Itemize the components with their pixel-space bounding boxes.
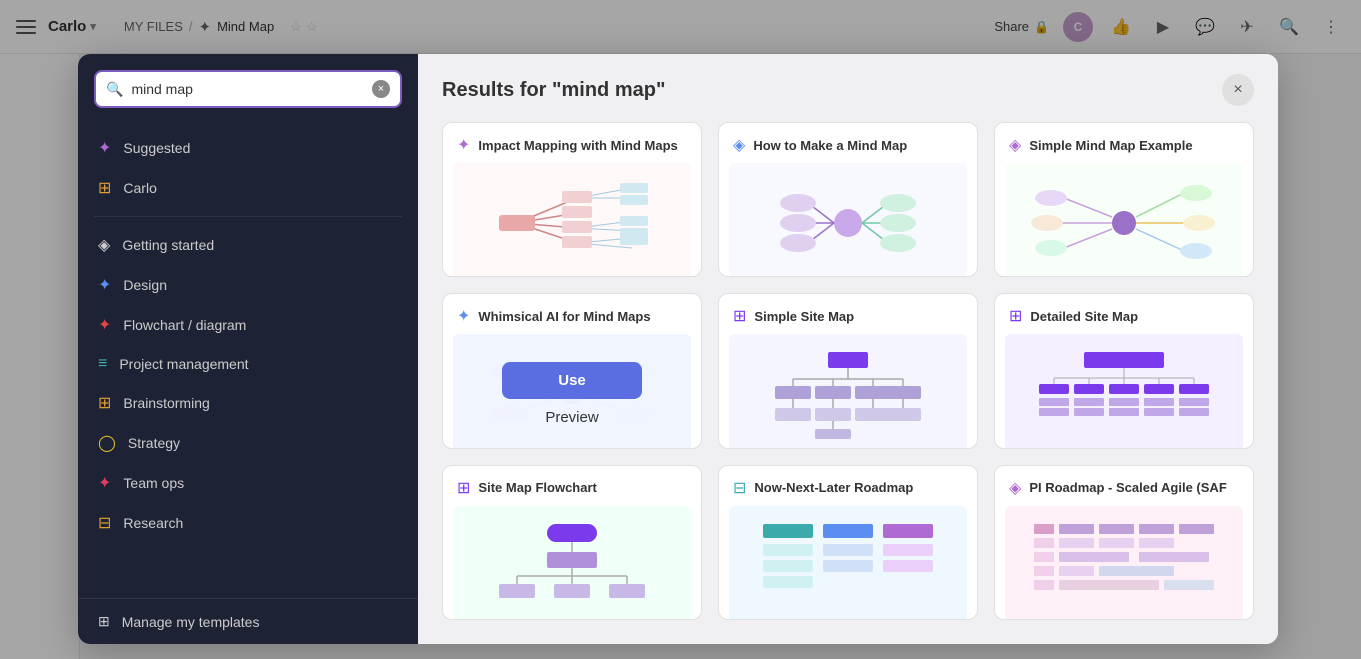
impact-mapping-icon: ✦ [457,135,470,155]
clear-search-button[interactable]: × [372,80,390,98]
category-strategy[interactable]: ◯ Strategy [78,423,418,463]
detailed-site-map-title: Detailed Site Map [1030,309,1138,324]
category-research[interactable]: ⊟ Research [78,503,418,543]
category-design[interactable]: ✦ Design [78,265,418,305]
card-now-next-later[interactable]: ⊟ Now-Next-Later Roadmap [718,465,978,620]
team-ops-icon: ✦ [98,473,111,493]
template-search-modal: 🔍 × ✦ Suggested ⊞ Carlo ◈ Getting starte… [78,54,1278,644]
how-to-icon: ◈ [733,135,745,155]
roadmap-preview [729,506,967,620]
card-simple-mind-map[interactable]: ◈ Simple Mind Map Example [994,122,1254,277]
category-team-ops[interactable]: ✦ Team ops [78,463,418,503]
whimsical-ai-icon: ✦ [457,306,470,326]
card-whimsical-ai[interactable]: ✦ Whimsical AI for Mind Maps [442,293,702,448]
search-results-panel: Results for "mind map" × ✦ Impact Mappin… [418,54,1278,644]
how-to-title: How to Make a Mind Map [753,138,907,153]
simple-site-map-title: Simple Site Map [754,309,854,324]
close-button[interactable]: × [1222,74,1254,106]
search-bar: 🔍 × [94,70,402,108]
results-header: Results for "mind map" × [418,54,1278,122]
category-brainstorming[interactable]: ⊞ Brainstorming [78,383,418,423]
suggested-icon: ✦ [98,138,111,158]
preview-template-button[interactable]: Preview [545,409,598,426]
design-icon: ✦ [98,275,111,295]
card-simple-site-map[interactable]: ⊞ Simple Site Map [718,293,978,448]
how-to-preview [729,163,967,277]
simple-mind-map-title: Simple Mind Map Example [1029,138,1192,153]
pi-roadmap-icon: ◈ [1009,478,1021,498]
site-map-flowchart-title: Site Map Flowchart [478,480,596,495]
detailed-site-map-preview [1005,334,1243,448]
brainstorming-icon: ⊞ [98,393,111,413]
roadmap-icon: ⊟ [733,478,746,498]
simple-site-map-icon: ⊞ [733,306,746,326]
category-suggested[interactable]: ✦ Suggested [78,128,418,168]
project-mgmt-icon: ≡ [98,355,107,373]
getting-started-icon: ◈ [98,235,110,255]
card-site-map-flowchart[interactable]: ⊞ Site Map Flowchart [442,465,702,620]
category-flowchart[interactable]: ✦ Flowchart / diagram [78,305,418,345]
manage-templates-icon: ⊞ [98,613,110,630]
pi-roadmap-preview [1005,506,1243,620]
simple-mind-map-preview [1005,163,1243,277]
menu-divider-1 [94,216,402,217]
search-input[interactable] [131,81,364,97]
flowchart-icon: ✦ [98,315,111,335]
category-project-management[interactable]: ≡ Project management [78,345,418,383]
whimsical-ai-title: Whimsical AI for Mind Maps [478,309,650,324]
site-map-flowchart-preview [453,506,691,620]
impact-mapping-title: Impact Mapping with Mind Maps [478,138,677,153]
carlo-icon: ⊞ [98,178,111,198]
category-menu: ✦ Suggested ⊞ Carlo ◈ Getting started ✦ … [78,124,418,598]
category-getting-started[interactable]: ◈ Getting started [78,225,418,265]
roadmap-title: Now-Next-Later Roadmap [754,480,913,495]
use-template-button[interactable]: Use [502,362,642,399]
simple-site-map-preview [729,334,967,448]
whimsical-ai-preview: Use Preview [453,334,691,448]
manage-templates-button[interactable]: ⊞ Manage my templates [78,598,418,644]
research-icon: ⊟ [98,513,111,533]
card-pi-roadmap[interactable]: ◈ PI Roadmap - Scaled Agile (SAF [994,465,1254,620]
whimsical-card-actions: Use Preview [453,334,691,448]
search-bar-icon: 🔍 [106,81,123,98]
card-detailed-site-map[interactable]: ⊞ Detailed Site Map [994,293,1254,448]
category-carlo[interactable]: ⊞ Carlo [78,168,418,208]
results-grid: ✦ Impact Mapping with Mind Maps [418,122,1278,644]
results-title: Results for "mind map" [442,79,665,102]
simple-mind-map-icon: ◈ [1009,135,1021,155]
site-map-flowchart-icon: ⊞ [457,478,470,498]
card-how-to-mind-map[interactable]: ◈ How to Make a Mind Map [718,122,978,277]
strategy-icon: ◯ [98,433,116,453]
template-categories-panel: 🔍 × ✦ Suggested ⊞ Carlo ◈ Getting starte… [78,54,418,644]
detailed-site-map-icon: ⊞ [1009,306,1022,326]
card-impact-mapping[interactable]: ✦ Impact Mapping with Mind Maps [442,122,702,277]
pi-roadmap-title: PI Roadmap - Scaled Agile (SAF [1029,480,1226,495]
impact-mapping-preview [453,163,691,277]
